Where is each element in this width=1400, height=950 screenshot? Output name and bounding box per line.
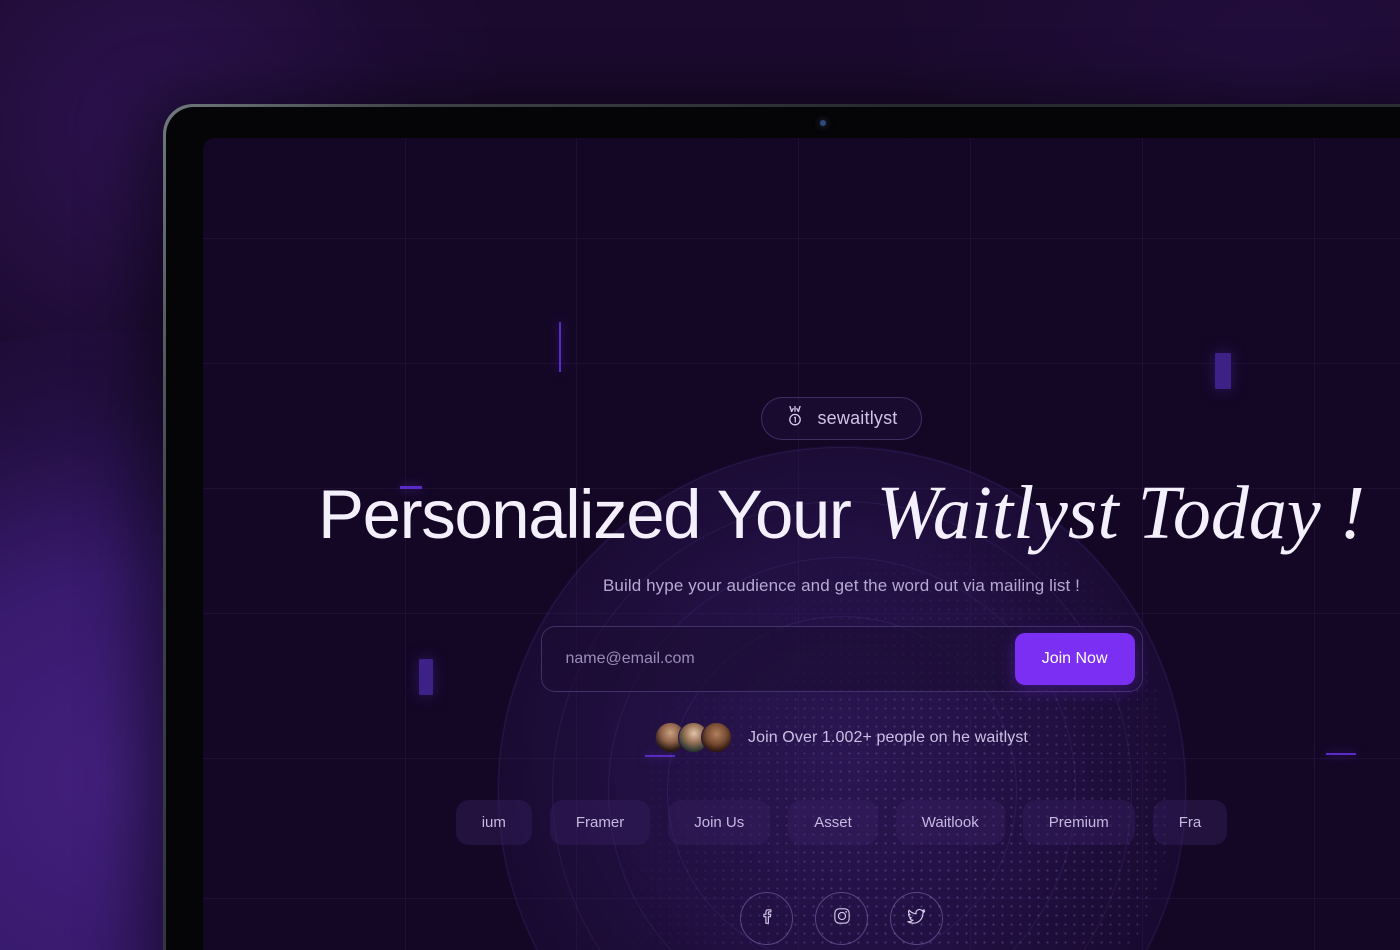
- facebook-icon: [756, 905, 778, 932]
- website-screen: sewaitlyst Personalized Your Waitlyst Tod…: [203, 138, 1400, 950]
- page-title: Personalized Your Waitlyst Today !: [318, 475, 1365, 551]
- chip[interactable]: Waitlook: [895, 800, 1005, 845]
- chip[interactable]: Asset: [788, 800, 878, 845]
- chip[interactable]: Fra: [1152, 800, 1228, 845]
- chip[interactable]: ium: [455, 800, 532, 845]
- laptop-device: sewaitlyst Personalized Your Waitlyst Tod…: [163, 104, 1400, 950]
- facebook-link[interactable]: [740, 892, 793, 945]
- brand-badge-label: sewaitlyst: [817, 408, 898, 428]
- laptop-bezel: sewaitlyst Personalized Your Waitlyst Tod…: [166, 107, 1400, 950]
- headline-accent: Waitlyst Today !: [876, 471, 1365, 555]
- twitter-icon: [905, 905, 928, 933]
- instagram-icon: [831, 905, 853, 932]
- avatar-group: [655, 722, 732, 753]
- chip[interactable]: Framer: [549, 800, 651, 845]
- page-root: sewaitlyst Personalized Your Waitlyst Tod…: [0, 0, 1400, 950]
- chip[interactable]: Join Us: [668, 800, 771, 845]
- join-now-button[interactable]: Join Now: [1014, 633, 1135, 685]
- webcam-dot-icon: [820, 120, 826, 126]
- brand-chips-marquee: ium Framer Join Us Asset Waitlook Premiu…: [203, 800, 1400, 845]
- waitlist-signup-form: Join Now: [540, 626, 1143, 692]
- avatar: [701, 722, 732, 753]
- hero-subtitle: Build hype your audience and get the wor…: [602, 576, 1080, 595]
- email-input[interactable]: [541, 627, 1015, 691]
- medal-icon: [785, 405, 805, 432]
- social-proof: Join Over 1.002+ people on he waitlyst: [655, 722, 1028, 753]
- instagram-link[interactable]: [815, 892, 868, 945]
- chip[interactable]: Premium: [1022, 800, 1135, 845]
- hero-section: sewaitlyst Personalized Your Waitlyst Tod…: [203, 138, 1400, 945]
- social-proof-text: Join Over 1.002+ people on he waitlyst: [748, 728, 1028, 746]
- brand-badge[interactable]: sewaitlyst: [761, 397, 922, 440]
- social-links: [740, 892, 943, 945]
- twitter-link[interactable]: [890, 892, 943, 945]
- headline-primary: Personalized Your: [318, 476, 852, 553]
